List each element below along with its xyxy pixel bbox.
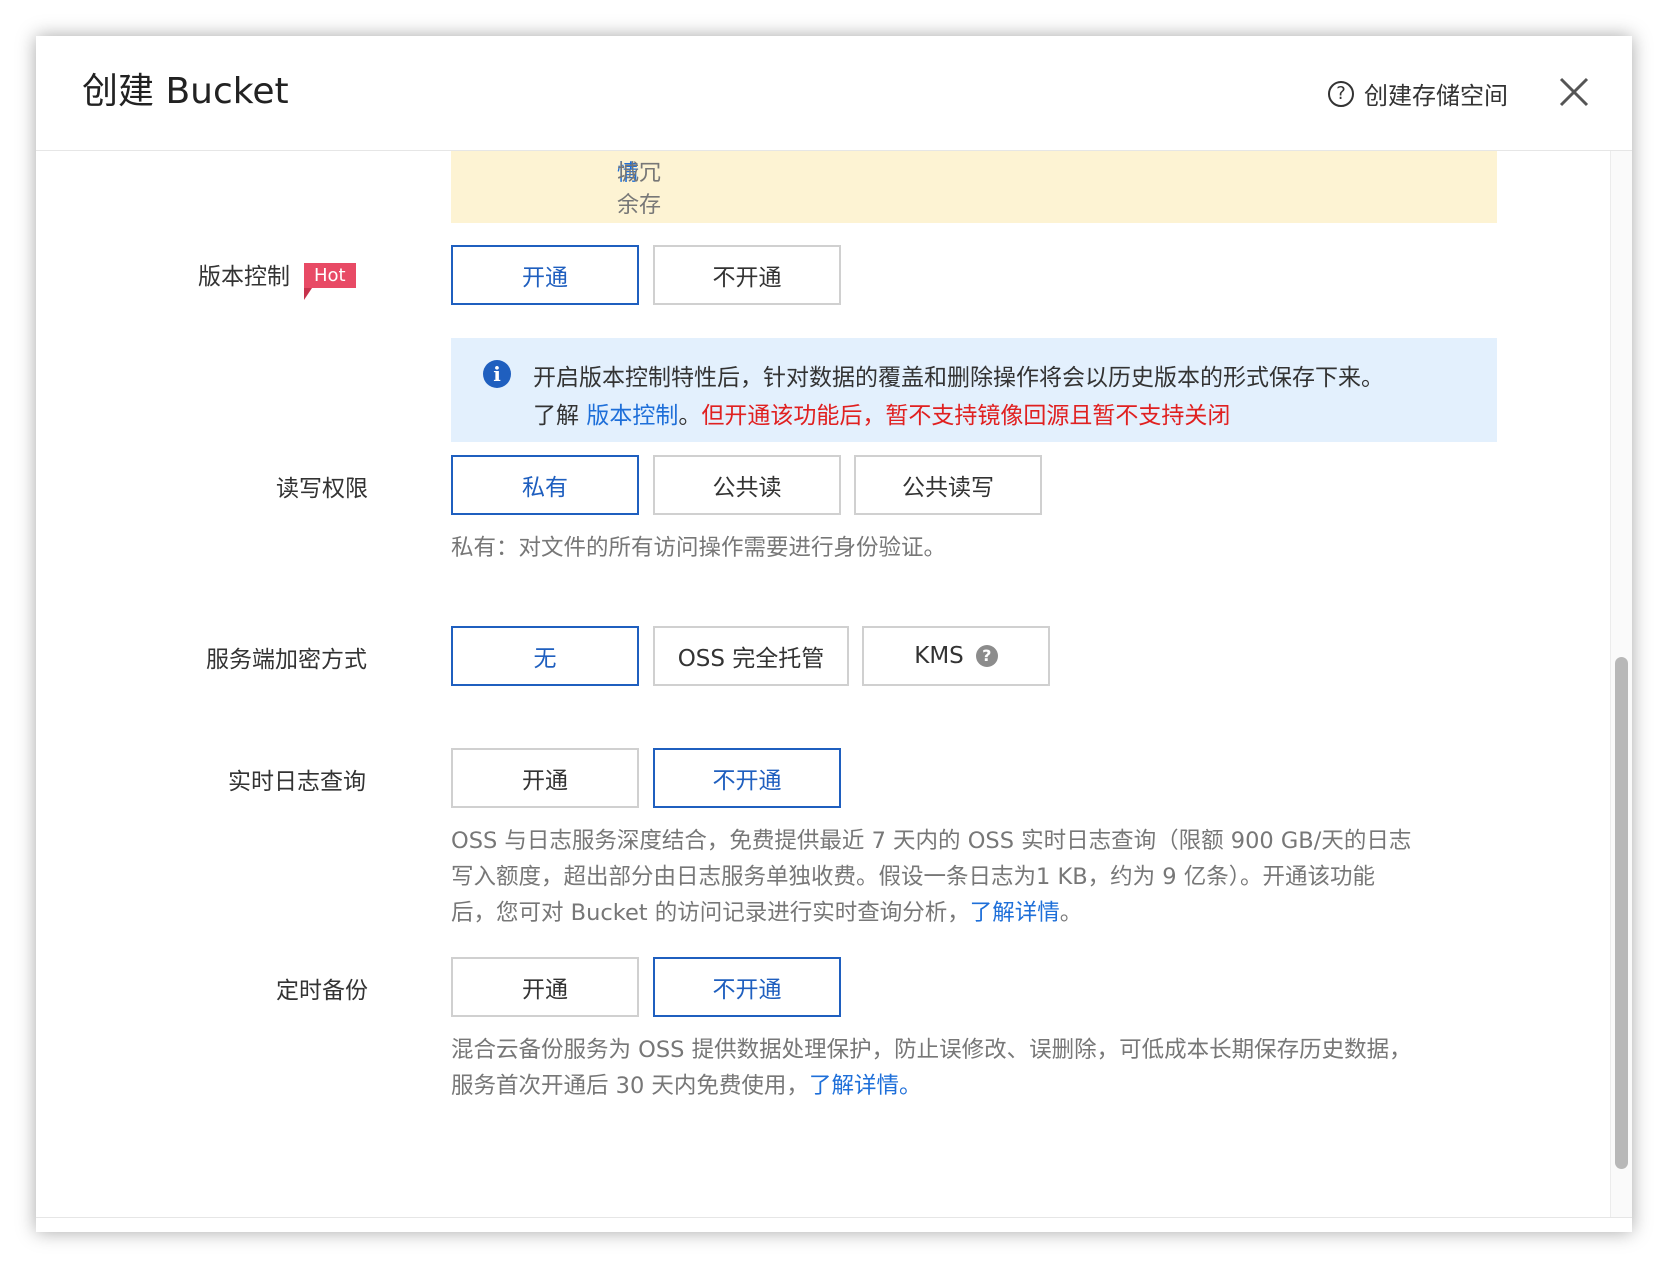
option-label: KMS <box>914 643 964 669</box>
info-icon: i <box>483 360 511 388</box>
acl-public-read-write-option[interactable]: 公共读写 <box>854 455 1042 515</box>
encryption-label: 服务端加密方式 <box>206 647 367 673</box>
warning-text: 。同城冗余存储属性开启后，将不支持关闭。 <box>617 151 662 218</box>
help-label: 创建存储空间 <box>1364 82 1508 110</box>
create-bucket-dialog: 创建 Bucket ? 创建存储空间 详情。同城冗余存储属性开启后，将不支持关闭… <box>36 36 1632 1232</box>
encryption-oss-managed-option[interactable]: OSS 完全托管 <box>653 626 849 686</box>
dialog-body: 详情。同城冗余存储属性开启后，将不支持关闭。 版本控制 Hot 开通 不开通 i … <box>36 151 1608 1231</box>
desc-line: 服务首次开通后 30 天内免费使用，了解详情。 <box>451 1068 1412 1104</box>
versioning-disable-option[interactable]: 不开通 <box>653 245 841 305</box>
versioning-enable-option[interactable]: 开通 <box>451 245 639 305</box>
option-label: 开通 <box>522 977 568 1003</box>
option-label: 公共读写 <box>902 475 994 501</box>
scrollbar-thumb[interactable] <box>1615 657 1628 1169</box>
create-storage-help-link[interactable]: ? 创建存储空间 <box>1328 76 1508 111</box>
question-circle-icon: ? <box>1328 80 1354 107</box>
versioning-warning-text: 但开通该功能后，暂不支持镜像回源且暂不支持关闭 <box>701 403 1231 429</box>
desc-end: 。 <box>1059 900 1083 926</box>
option-label: 开通 <box>522 768 568 794</box>
backup-detail-link[interactable]: 了解详情。 <box>809 1073 922 1099</box>
option-label: 公共读 <box>712 475 782 501</box>
dialog-header: 创建 Bucket ? 创建存储空间 <box>36 36 1632 151</box>
versioning-label: 版本控制 Hot <box>198 257 356 300</box>
option-label: 无 <box>533 646 557 672</box>
acl-label: 读写权限 <box>276 476 368 502</box>
info-separator: 。 <box>678 403 702 429</box>
realtime-log-label: 实时日志查询 <box>228 769 366 795</box>
acl-private-option[interactable]: 私有 <box>451 455 639 515</box>
backup-enable-option[interactable]: 开通 <box>451 957 639 1017</box>
close-icon[interactable] <box>1556 74 1592 110</box>
option-label: 开通 <box>522 265 568 291</box>
realtime-log-description: OSS 与日志服务深度结合，免费提供最近 7 天内的 OSS 实时日志查询（限额… <box>451 823 1411 931</box>
option-label: 私有 <box>522 475 568 501</box>
desc-line: 后，您可对 Bucket 的访问记录进行实时查询分析，了解详情。 <box>451 895 1411 931</box>
acl-description: 私有：对文件的所有访问操作需要进行身份验证。 <box>451 535 947 561</box>
versioning-doc-link[interactable]: 版本控制 <box>586 403 678 429</box>
info-prefix: 了解 <box>533 403 587 429</box>
acl-public-read-option[interactable]: 公共读 <box>653 455 841 515</box>
versioning-info-line2: 了解 版本控制。但开通该功能后，暂不支持镜像回源且暂不支持关闭 <box>533 396 1230 430</box>
footer-divider <box>36 1217 1632 1218</box>
backup-label: 定时备份 <box>276 978 368 1004</box>
option-label: 不开通 <box>712 977 782 1003</box>
backup-disable-option[interactable]: 不开通 <box>653 957 841 1017</box>
versioning-label-text: 版本控制 <box>198 264 290 290</box>
realtime-log-disable-option[interactable]: 不开通 <box>653 748 841 808</box>
desc-text: 后，您可对 Bucket 的访问记录进行实时查询分析， <box>451 900 970 926</box>
encryption-kms-option[interactable]: KMS? <box>862 626 1050 686</box>
option-label: 不开通 <box>712 265 782 291</box>
redundancy-warning: 详情。同城冗余存储属性开启后，将不支持关闭。 <box>451 151 1497 223</box>
backup-description: 混合云备份服务为 OSS 提供数据处理保护，防止误修改、误删除，可低成本长期保存… <box>451 1032 1412 1104</box>
option-label: OSS 完全托管 <box>677 646 825 672</box>
hot-badge: Hot <box>304 263 356 300</box>
kms-help-icon[interactable]: ? <box>975 645 998 667</box>
dialog-title: 创建 Bucket <box>82 71 289 112</box>
desc-text: 服务首次开通后 30 天内免费使用， <box>451 1073 809 1099</box>
encryption-none-option[interactable]: 无 <box>451 626 639 686</box>
desc-line: 写入额度，超出部分由日志服务单独收费。假设一条日志为1 KB，约为 9 亿条）。… <box>451 864 1376 890</box>
realtime-log-enable-option[interactable]: 开通 <box>451 748 639 808</box>
realtime-log-detail-link[interactable]: 了解详情 <box>970 900 1060 926</box>
desc-line: OSS 与日志服务深度结合，免费提供最近 7 天内的 OSS 实时日志查询（限额… <box>451 828 1412 854</box>
versioning-info-box: i 开启版本控制特性后，针对数据的覆盖和删除操作将会以历史版本的形式保存下来。 … <box>451 338 1497 442</box>
versioning-info-text: 开启版本控制特性后，针对数据的覆盖和删除操作将会以历史版本的形式保存下来。 <box>533 365 1384 391</box>
option-label: 不开通 <box>712 768 782 794</box>
desc-line: 混合云备份服务为 OSS 提供数据处理保护，防止误修改、误删除，可低成本长期保存… <box>451 1037 1412 1063</box>
